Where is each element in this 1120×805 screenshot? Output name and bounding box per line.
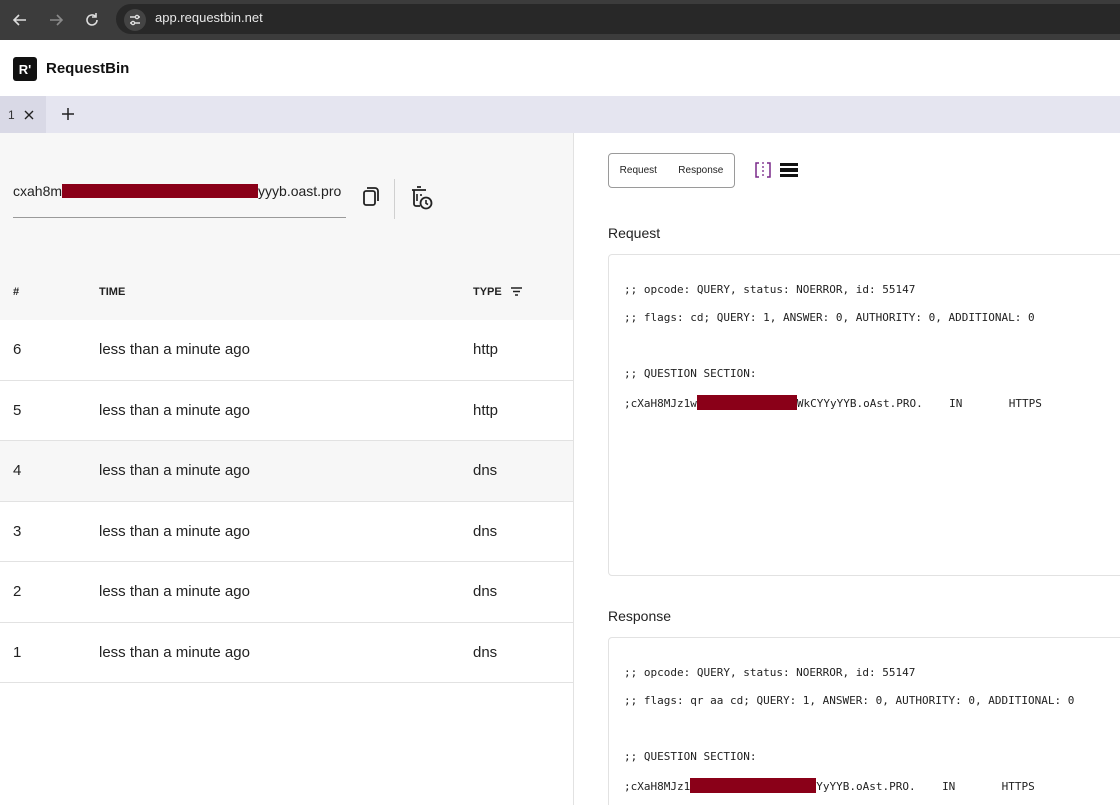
column-header-num: # — [13, 286, 20, 298]
filter-icon[interactable] — [510, 285, 523, 298]
site-info-button[interactable] — [124, 9, 146, 31]
table-row[interactable]: 5 less than a minute ago http — [0, 381, 573, 441]
arrow-left-icon — [12, 14, 26, 26]
reload-button[interactable] — [80, 8, 104, 32]
url-text[interactable]: app.requestbin.net — [155, 10, 263, 25]
code-line: ;; opcode: QUERY, status: NOERROR, id: 5… — [624, 666, 916, 679]
back-button[interactable] — [8, 8, 32, 32]
redaction-bar — [62, 184, 259, 198]
tab-1[interactable]: 1 — [0, 96, 46, 133]
row-time: less than a minute ago — [99, 341, 250, 358]
request-list: 6 less than a minute ago http 5 less tha… — [0, 320, 573, 683]
split-view-button[interactable] — [754, 161, 772, 179]
endpoint-underline — [13, 217, 346, 218]
view-toggle: Request Response — [608, 153, 735, 188]
code-line: ;; QUESTION SECTION: — [624, 750, 757, 763]
row-time: less than a minute ago — [99, 643, 250, 661]
reload-icon — [86, 13, 98, 26]
logo[interactable]: R' — [13, 57, 37, 81]
stacked-view-button[interactable] — [780, 162, 798, 178]
redaction-bar — [690, 778, 817, 793]
table-row[interactable]: 2 less than a minute ago dns — [0, 562, 573, 623]
table-row[interactable]: 3 less than a minute ago dns — [0, 502, 573, 562]
request-list-panel: cxah8m yyyb.oast.pro # TIME TYPE 6 less t… — [0, 133, 574, 805]
row-num: 6 — [13, 341, 22, 358]
request-body: ;; opcode: QUERY, status: NOERROR, id: 5… — [608, 254, 1120, 576]
row-num: 1 — [13, 643, 22, 661]
table-row[interactable]: 1 less than a minute ago dns — [0, 623, 573, 683]
row-type: http — [473, 341, 499, 358]
row-type: dns — [473, 462, 498, 479]
copy-button[interactable] — [358, 185, 382, 209]
close-icon[interactable] — [23, 109, 35, 121]
forward-button[interactable] — [44, 8, 68, 32]
row-time: less than a minute ago — [99, 401, 250, 419]
detail-panel: Request Response Request ;; opcode: QUER… — [574, 133, 1120, 805]
table-header: # TIME TYPE — [0, 273, 573, 320]
code-line: ;; opcode: QUERY, status: NOERROR, id: 5… — [624, 283, 916, 296]
request-title: Request — [608, 225, 661, 241]
table-row[interactable]: 4 less than a minute ago dns — [0, 441, 573, 502]
code-line: ;; flags: qr aa cd; QUERY: 1, ANSWER: 0,… — [624, 694, 1075, 707]
row-type: dns — [473, 583, 498, 600]
endpoint-url[interactable]: cxah8m yyyb.oast.pro — [13, 183, 341, 199]
row-time: less than a minute ago — [99, 583, 250, 600]
question-line: ;cXaH8MJz1w WkCYYyYYB.oAst.PRO. IN HTTPS — [624, 395, 1042, 410]
app-header: R' RequestBin — [0, 40, 1120, 96]
question-suffix: WkCYYyYYB.oAst.PRO. IN HTTPS — [796, 397, 1042, 410]
arrow-right-icon — [50, 14, 64, 26]
brand-name: RequestBin — [46, 60, 130, 77]
split-layout-icon — [755, 162, 771, 178]
add-tab-button[interactable] — [56, 102, 80, 126]
endpoint-suffix: yyyb.oast.pro — [258, 183, 342, 199]
stacked-layout-icon — [780, 163, 798, 177]
question-suffix: YyYYB.oAst.PRO. IN HTTPS — [816, 780, 1035, 793]
tune-icon — [130, 14, 140, 26]
endpoint-prefix: cxah8m — [13, 183, 63, 199]
column-header-type: TYPE — [473, 286, 502, 298]
row-num: 5 — [13, 401, 22, 419]
row-time: less than a minute ago — [99, 522, 250, 540]
response-body: ;; opcode: QUERY, status: NOERROR, id: 5… — [608, 637, 1120, 805]
copy-icon — [363, 187, 379, 206]
toggle-request[interactable]: Request — [620, 165, 657, 176]
column-header-time: TIME — [99, 286, 126, 298]
row-time: less than a minute ago — [99, 462, 250, 479]
plus-icon — [62, 108, 74, 120]
delete-history-icon — [412, 186, 433, 210]
row-type: dns — [473, 522, 498, 540]
row-type: dns — [473, 643, 498, 661]
redaction-bar — [696, 395, 797, 410]
address-bar[interactable] — [116, 4, 1120, 34]
clear-history-button[interactable] — [408, 185, 434, 211]
code-line: ;; QUESTION SECTION: — [624, 367, 757, 380]
toggle-response[interactable]: Response — [678, 165, 723, 176]
code-line: ;; flags: cd; QUERY: 1, ANSWER: 0, AUTHO… — [624, 311, 1035, 324]
tab-label: 1 — [8, 107, 15, 122]
tab-bar: 1 — [0, 96, 1120, 133]
row-num: 2 — [13, 583, 22, 600]
question-prefix: ;cXaH8MJz1 — [624, 780, 691, 793]
response-title: Response — [608, 608, 672, 624]
row-num: 4 — [13, 462, 22, 479]
table-row[interactable]: 6 less than a minute ago http — [0, 320, 573, 381]
row-type: http — [473, 401, 499, 419]
browser-toolbar: app.requestbin.net — [0, 0, 1120, 40]
divider — [394, 179, 395, 219]
question-line: ;cXaH8MJz1 YyYYB.oAst.PRO. IN HTTPS — [624, 778, 1035, 793]
question-prefix: ;cXaH8MJz1w — [624, 397, 697, 410]
row-num: 3 — [13, 522, 22, 540]
